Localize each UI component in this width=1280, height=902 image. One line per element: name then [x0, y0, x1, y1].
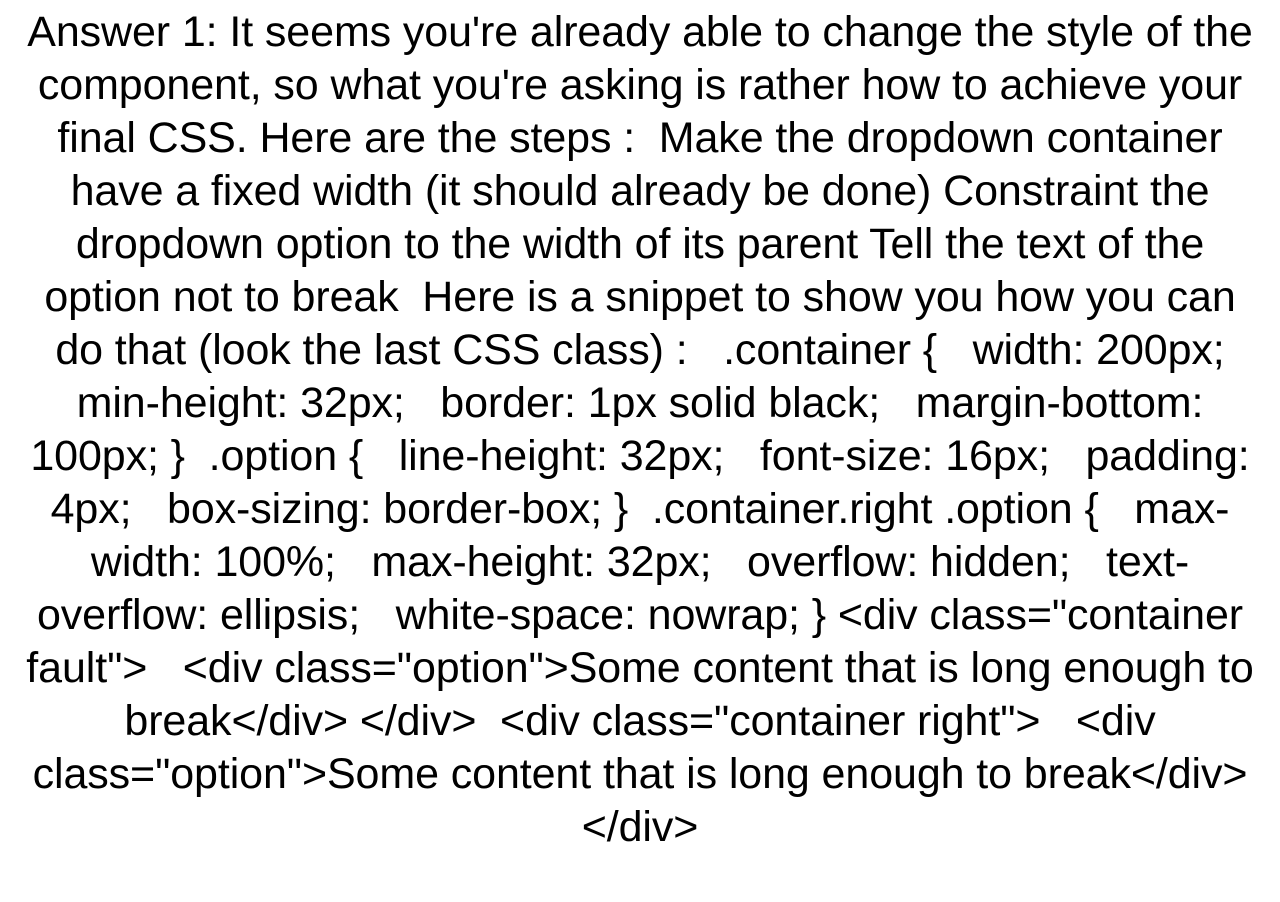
- answer-body-text: Answer 1: It seems you're already able t…: [26, 8, 1266, 851]
- answer-text-canvas: Answer 1: It seems you're already able t…: [0, 0, 1280, 902]
